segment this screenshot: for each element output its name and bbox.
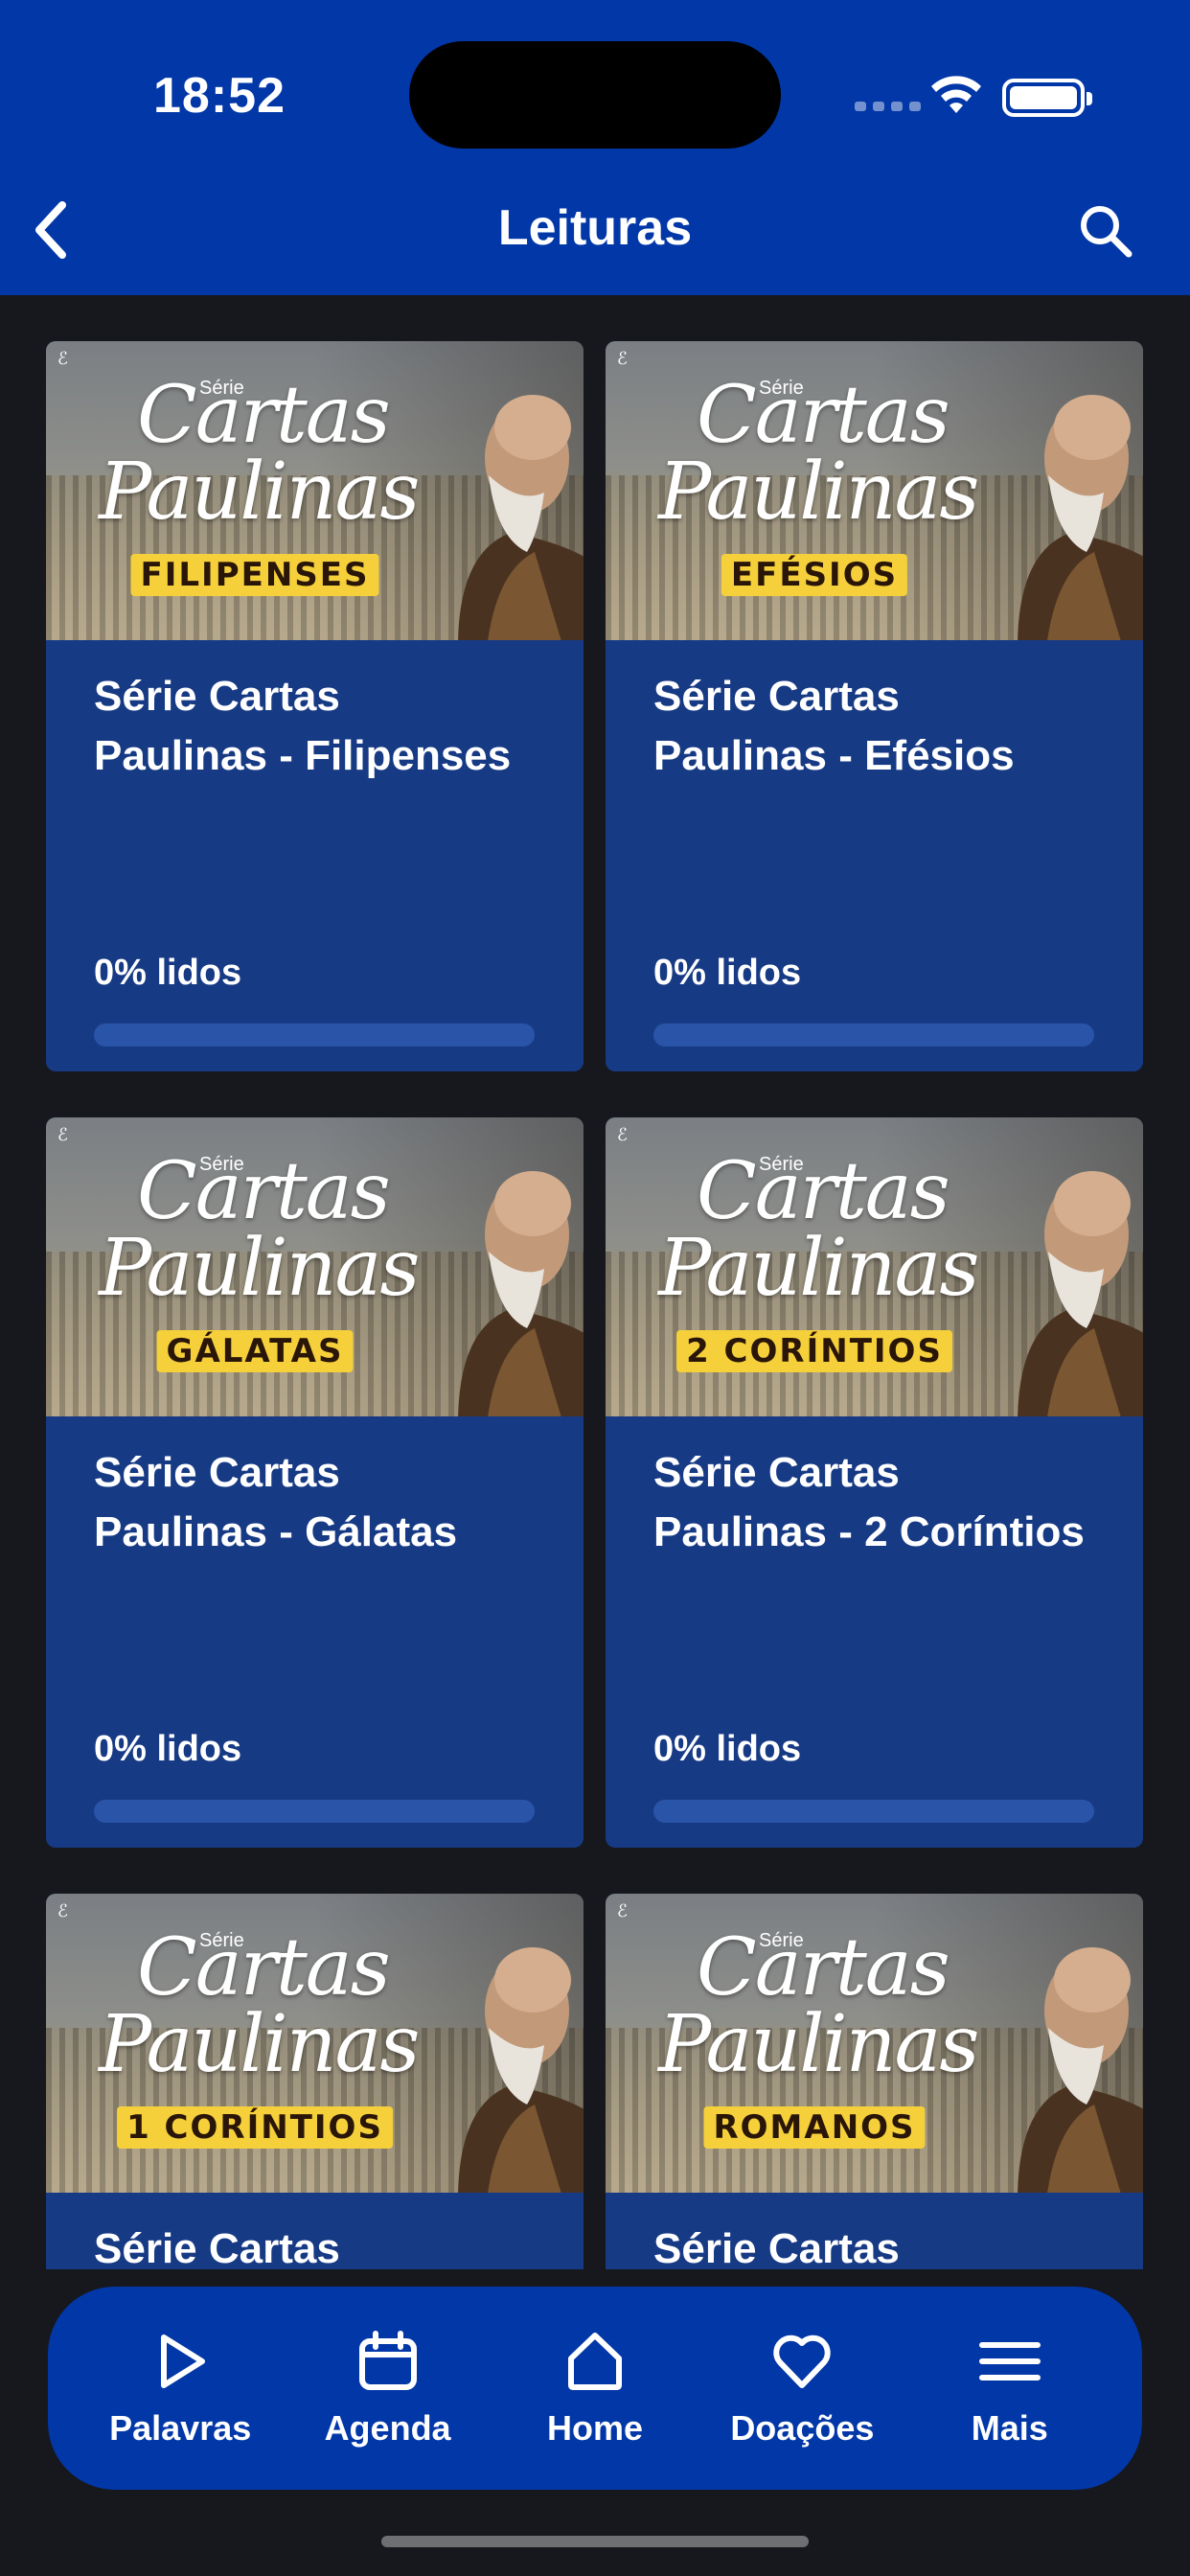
- card-title: Série Cartas: [653, 2220, 1113, 2269]
- card-title: Série Cartas Paulinas - 2 Coríntios: [653, 1443, 1113, 1562]
- tab-palavras[interactable]: Palavras: [84, 2328, 276, 2449]
- home-icon: [567, 2333, 622, 2390]
- card-title-line: Paulinas - Filipenses: [94, 732, 512, 779]
- tab-label: Home: [546, 2408, 643, 2448]
- heart-icon: [773, 2334, 832, 2388]
- card-title-line: Série Cartas: [653, 1449, 900, 1496]
- reading-card[interactable]: ℰ Série Cartas Paulinas GÁLATAS Série Ca…: [46, 1117, 584, 1848]
- dynamic-island: [409, 41, 781, 149]
- tab-doacoes[interactable]: Doações: [706, 2328, 898, 2449]
- card-thumbnail: ℰ Série Cartas Paulinas FILIPENSES: [46, 341, 584, 640]
- tab-agenda[interactable]: Agenda: [292, 2328, 484, 2449]
- reading-card[interactable]: ℰ Série Cartas Paulinas 2 CORÍNTIOS Séri…: [606, 1117, 1143, 1848]
- search-button[interactable]: [1069, 197, 1142, 264]
- status-time: 18:52: [153, 68, 286, 124]
- card-thumbnail: ℰ Série Cartas Paulinas GÁLATAS: [46, 1117, 584, 1416]
- thumb-book-badge: FILIPENSES: [130, 554, 379, 596]
- thumb-script-paulinas: Paulinas: [658, 1223, 979, 1314]
- tab-label: Mais: [971, 2408, 1048, 2448]
- card-title: Série Cartas Paulinas - Efésios: [653, 667, 1113, 786]
- logo-mark-icon: ℰ: [617, 1125, 628, 1144]
- tab-home[interactable]: Home: [499, 2328, 691, 2449]
- thumb-book-badge: 2 CORÍNTIOS: [676, 1330, 952, 1372]
- logo-mark-icon: ℰ: [57, 1901, 68, 1920]
- search-icon: [1081, 206, 1133, 258]
- card-title-line: Série Cartas: [94, 673, 340, 720]
- card-title-line: Paulinas - Gálatas: [94, 1508, 458, 1555]
- progress-label: 0% lidos: [94, 953, 242, 993]
- reading-card[interactable]: ℰ Série Cartas Paulinas 1 CORÍNTIOS Séri…: [46, 1894, 584, 2269]
- thumb-book-badge: 1 CORÍNTIOS: [117, 2106, 393, 2149]
- progress-bar: [653, 1024, 1094, 1046]
- card-title-line: Paulinas - Efésios: [653, 732, 1015, 779]
- thumb-book-badge: EFÉSIOS: [721, 554, 908, 596]
- logo-mark-icon: ℰ: [617, 1901, 628, 1920]
- home-indicator: [381, 2536, 809, 2547]
- card-thumbnail: ℰ Série Cartas Paulinas 1 CORÍNTIOS: [46, 1894, 584, 2193]
- monk-portrait-illustration: [1018, 1171, 1143, 1416]
- card-title-line: Paulinas - 2 Coríntios: [653, 1508, 1085, 1555]
- card-thumbnail: ℰ Série Cartas Paulinas 2 CORÍNTIOS: [606, 1117, 1143, 1416]
- tab-mais[interactable]: Mais: [914, 2328, 1106, 2449]
- card-title-line: Série Cartas: [94, 2225, 340, 2269]
- logo-mark-icon: ℰ: [617, 349, 628, 368]
- progress-bar: [94, 1024, 535, 1046]
- card-thumbnail: ℰ Série Cartas Paulinas ROMANOS: [606, 1894, 1143, 2193]
- card-title: Série Cartas: [94, 2220, 554, 2269]
- monk-portrait-illustration: [1018, 395, 1143, 640]
- menu-icon: [978, 2342, 1041, 2380]
- monk-portrait-illustration: [458, 395, 584, 640]
- thumb-book-badge: GÁLATAS: [156, 1330, 354, 1372]
- progress-bar: [94, 1800, 535, 1823]
- app-header: 18:52 Leituras: [0, 0, 1190, 295]
- card-title: Série Cartas Paulinas - Gálatas: [94, 1443, 554, 1562]
- tab-label: Agenda: [324, 2408, 451, 2448]
- cellular-signal-icon: [855, 102, 921, 111]
- readings-grid: ℰ Série Cartas Paulinas FILIPENSES Série…: [46, 341, 1144, 2269]
- logo-mark-icon: ℰ: [57, 1125, 68, 1144]
- card-title-line: Série Cartas: [653, 673, 900, 720]
- progress-label: 0% lidos: [94, 1729, 242, 1769]
- battery-icon: [1002, 79, 1092, 117]
- logo-mark-icon: ℰ: [57, 349, 68, 368]
- progress-bar: [653, 1800, 1094, 1823]
- reading-card[interactable]: ℰ Série Cartas Paulinas EFÉSIOS Série Ca…: [606, 341, 1143, 1071]
- wifi-icon: [931, 76, 981, 113]
- tab-label: Palavras: [109, 2408, 252, 2448]
- play-icon: [161, 2334, 206, 2388]
- progress-label: 0% lidos: [653, 1729, 802, 1769]
- tab-label: Doações: [730, 2408, 875, 2448]
- calendar-icon: [358, 2331, 417, 2390]
- reading-card[interactable]: ℰ Série Cartas Paulinas FILIPENSES Série…: [46, 341, 584, 1071]
- reading-card[interactable]: ℰ Série Cartas Paulinas ROMANOS Série Ca…: [606, 1894, 1143, 2269]
- thumb-script-paulinas: Paulinas: [658, 1999, 979, 2090]
- card-thumbnail: ℰ Série Cartas Paulinas EFÉSIOS: [606, 341, 1143, 640]
- thumb-script-paulinas: Paulinas: [99, 447, 420, 538]
- progress-label: 0% lidos: [653, 953, 802, 993]
- monk-portrait-illustration: [458, 1171, 584, 1416]
- thumb-book-badge: ROMANOS: [703, 2106, 926, 2149]
- bottom-tab-bar: Palavras Agenda Home Doações Mais: [48, 2287, 1142, 2490]
- card-title: Série Cartas Paulinas - Filipenses: [94, 667, 554, 786]
- page-title: Leituras: [497, 200, 693, 256]
- card-title-line: Série Cartas: [653, 2225, 900, 2269]
- thumb-script-paulinas: Paulinas: [99, 1223, 420, 1314]
- thumb-script-paulinas: Paulinas: [658, 447, 979, 538]
- card-title-line: Série Cartas: [94, 1449, 340, 1496]
- monk-portrait-illustration: [458, 1947, 584, 2193]
- thumb-script-paulinas: Paulinas: [99, 1999, 420, 2090]
- monk-portrait-illustration: [1018, 1947, 1143, 2193]
